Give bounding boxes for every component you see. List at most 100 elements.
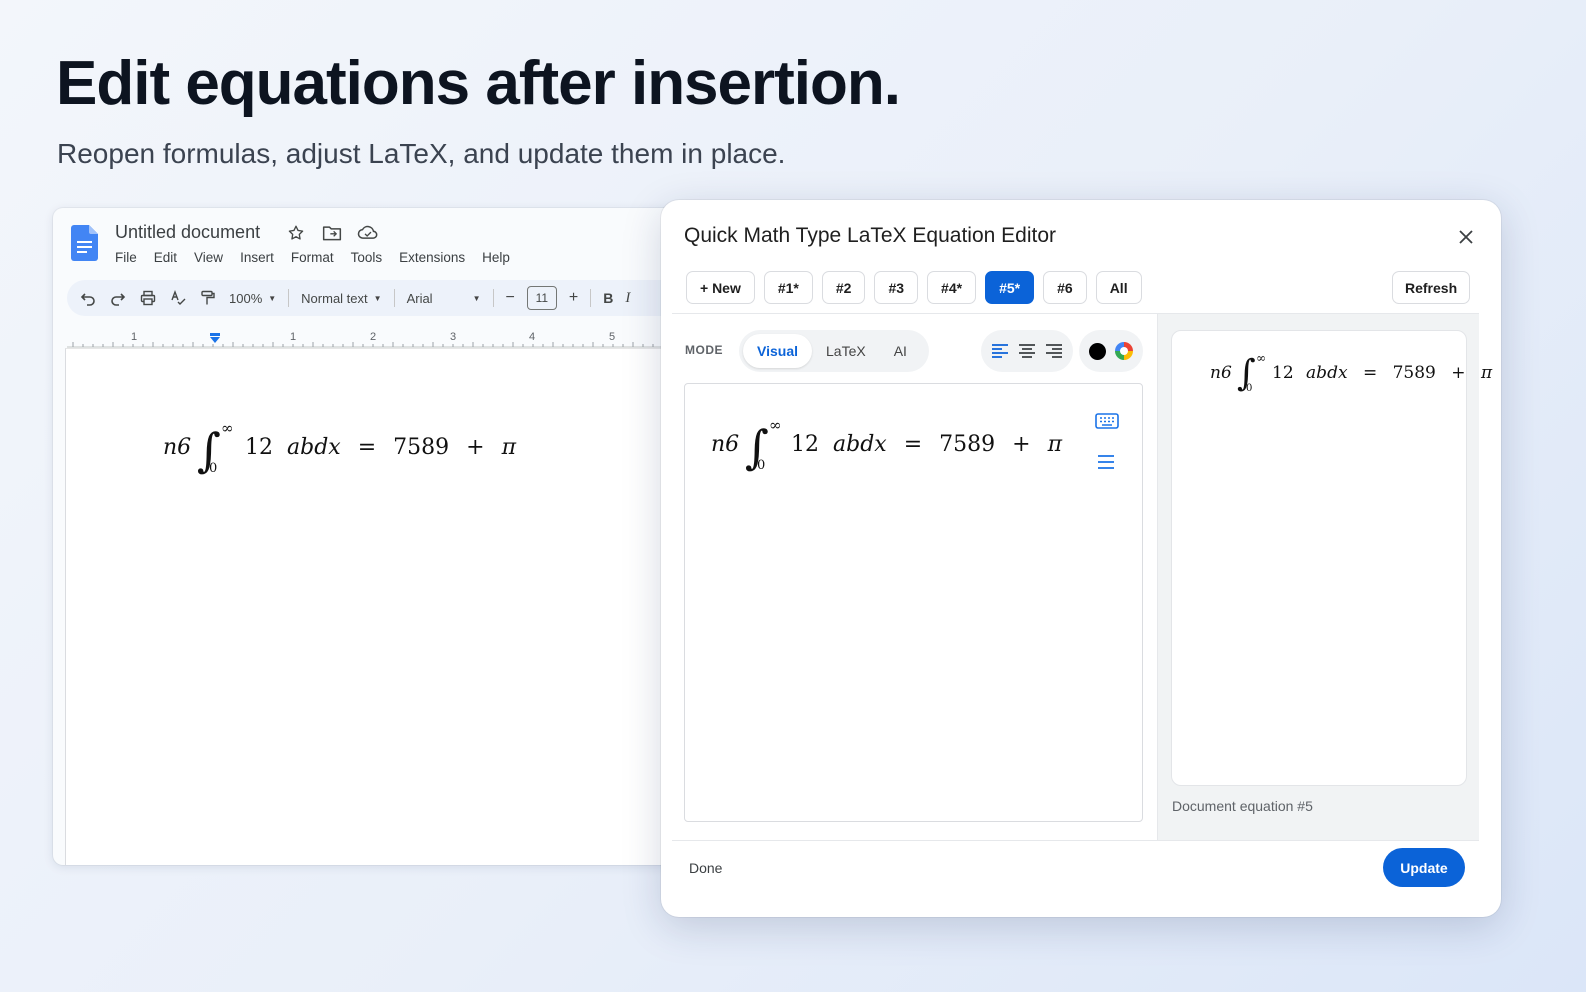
tab-equation-2[interactable]: #2	[821, 271, 866, 304]
undo-icon[interactable]	[79, 289, 97, 307]
color-picker-icon[interactable]	[1115, 342, 1134, 360]
eq-coef: 12	[1272, 363, 1294, 383]
tab-all[interactable]: All	[1095, 271, 1142, 304]
docs-logo-icon	[71, 225, 98, 261]
font-select[interactable]: Arial ▼	[407, 291, 481, 306]
italic-button[interactable]: I	[625, 290, 630, 307]
eq-upper-limit: ∞	[221, 419, 234, 437]
equation-tabs: + New #1* #2 #3 #4* #5* #6 All	[686, 271, 1142, 304]
ruler[interactable]: 1 1 2 3 4 5	[67, 328, 693, 350]
caret-down-icon: ▼	[373, 293, 382, 303]
redo-icon[interactable]	[109, 289, 127, 307]
eq-coef: 12	[245, 435, 273, 460]
eq-body: abdx	[287, 435, 341, 460]
close-icon	[1459, 230, 1473, 244]
preview-caption: Document equation #5	[1172, 798, 1313, 814]
toolbar-divider	[393, 289, 395, 307]
toolbar-divider	[590, 289, 592, 307]
print-icon[interactable]	[139, 289, 157, 307]
mode-switcher: Visual LaTeX AI	[739, 330, 929, 372]
eq-body: abdx	[1306, 363, 1348, 383]
eq-plus: +	[466, 435, 485, 460]
preview-equation: n6 ∫ ∞ 0 12 abdx = 7589 + π	[1210, 351, 1492, 413]
preview-panel: n6 ∫ ∞ 0 12 abdx = 7589 + π Document equ…	[1158, 314, 1492, 840]
document-title[interactable]: Untitled document	[115, 222, 260, 243]
cloud-status-icon[interactable]	[357, 223, 379, 243]
eq-rest: 12 abdx = 7589 + π	[791, 432, 1062, 457]
tab-equation-1[interactable]: #1*	[763, 271, 813, 304]
ruler-number: 1	[131, 331, 138, 343]
menu-extensions[interactable]: Extensions	[399, 250, 465, 265]
align-left-icon[interactable]	[989, 340, 1011, 362]
style-select[interactable]: Normal text ▼	[301, 291, 381, 306]
tab-new[interactable]: + New	[686, 271, 755, 304]
move-folder-icon[interactable]	[321, 223, 343, 243]
menu-format[interactable]: Format	[291, 250, 334, 265]
align-center-icon[interactable]	[1016, 340, 1038, 362]
tab-equation-6[interactable]: #6	[1043, 271, 1087, 304]
done-button[interactable]: Done	[689, 860, 722, 876]
decrease-font-size-button[interactable]: −	[506, 289, 515, 307]
eq-equals: =	[1362, 363, 1378, 383]
hero-headline: Edit equations after insertion.	[56, 49, 901, 118]
refresh-button[interactable]: Refresh	[1392, 271, 1471, 304]
eq-pi: π	[1047, 432, 1063, 457]
menu-view[interactable]: View	[194, 250, 223, 265]
caret-down-icon: ▼	[268, 293, 277, 303]
mode-ai[interactable]: AI	[880, 334, 921, 368]
spellcheck-icon[interactable]	[169, 289, 187, 307]
menu-edit[interactable]: Edit	[154, 250, 177, 265]
alignment-group	[981, 330, 1073, 372]
increase-font-size-button[interactable]: +	[569, 289, 578, 307]
preview-card: n6 ∫ ∞ 0 12 abdx = 7589 + π	[1171, 330, 1492, 786]
eq-lower-limit: 0	[757, 458, 766, 473]
equation-editor-dialog: Quick Math Type LaTeX Equation Editor + …	[661, 200, 1501, 917]
menu-help[interactable]: Help	[482, 250, 510, 265]
zoom-value: 100%	[229, 290, 263, 306]
mode-visual[interactable]: Visual	[743, 334, 812, 368]
eq-pi: π	[1480, 363, 1493, 383]
editor-equation[interactable]: n6 ∫ ∞ 0 12 abdx = 7589 + π	[711, 416, 1062, 492]
ruler-number: 2	[370, 331, 377, 343]
eq-rhs: 7589	[393, 435, 450, 460]
hero-subhead: Reopen formulas, adjust LaTeX, and updat…	[57, 138, 786, 169]
mode-label: MODE	[685, 343, 723, 357]
toolbar-divider	[288, 289, 290, 307]
eq-pi: π	[501, 435, 517, 460]
tab-equation-5[interactable]: #5*	[985, 271, 1035, 304]
bold-button[interactable]: B	[603, 290, 613, 306]
ruler-number: 5	[609, 331, 616, 343]
keyboard-icon[interactable]	[1095, 412, 1119, 430]
ruler-number: 4	[529, 331, 536, 343]
eq-rhs: 7589	[939, 432, 996, 457]
font-size-input[interactable]: 11	[526, 286, 557, 310]
color-black-swatch[interactable]	[1088, 342, 1106, 360]
align-right-icon[interactable]	[1043, 340, 1065, 362]
eq-rhs: 7589	[1392, 363, 1436, 383]
menu-file[interactable]: File	[115, 250, 137, 265]
mode-latex[interactable]: LaTeX	[812, 334, 880, 368]
eq-body: abdx	[833, 432, 887, 457]
menu-tools[interactable]: Tools	[351, 250, 383, 265]
docs-toolbar: 100% ▼ Normal text ▼ Arial ▼ − 11 + B I	[67, 280, 693, 316]
close-button[interactable]	[1453, 224, 1479, 250]
menu-icon[interactable]	[1097, 454, 1115, 470]
document-equation[interactable]: n6 ∫ ∞ 0 12 abdx = 7589 + π	[163, 419, 516, 495]
tab-equation-3[interactable]: #3	[874, 271, 919, 304]
visual-editor[interactable]: n6 ∫ ∞ 0 12 abdx = 7589 + π	[684, 383, 1143, 822]
menu-insert[interactable]: Insert	[240, 250, 274, 265]
eq-lower-limit: 0	[209, 461, 218, 476]
paint-format-icon[interactable]	[199, 289, 217, 307]
document-page[interactable]: n6 ∫ ∞ 0 12 abdx = 7589 + π	[65, 348, 693, 865]
ruler-number: 1	[290, 331, 297, 343]
star-icon[interactable]	[285, 223, 307, 243]
indent-marker-icon[interactable]	[209, 333, 221, 343]
update-button[interactable]: Update	[1383, 848, 1465, 887]
eq-equals: =	[903, 432, 923, 457]
zoom-select[interactable]: 100% ▼	[229, 291, 276, 306]
caret-down-icon: ▼	[472, 293, 481, 303]
eq-lead: n6	[163, 435, 192, 460]
eq-upper-limit: ∞	[1256, 351, 1266, 365]
eq-plus: +	[1451, 363, 1466, 383]
tab-equation-4[interactable]: #4*	[927, 271, 977, 304]
